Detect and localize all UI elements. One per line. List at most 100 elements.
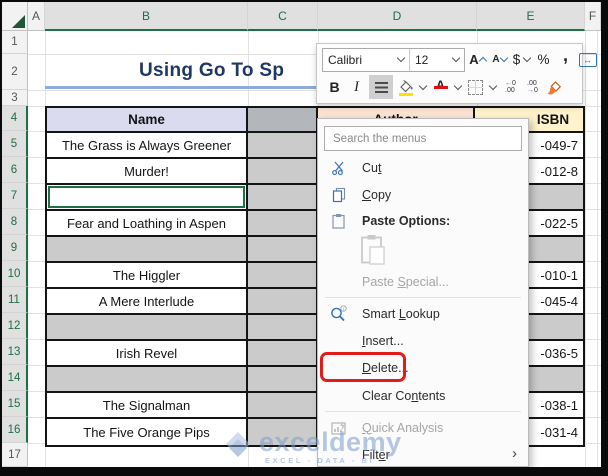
menu-item-delete[interactable]: Delete... (318, 352, 528, 382)
align-center-button[interactable] (369, 75, 393, 100)
percent-style-button[interactable]: % (534, 48, 553, 72)
fill-color-dropdown[interactable] (418, 75, 428, 99)
row-header-1[interactable]: 1 (2, 31, 28, 54)
cell-C10[interactable] (248, 263, 318, 289)
column-header-B[interactable]: B (45, 2, 248, 31)
menu-item-copy[interactable]: Copy (318, 181, 528, 208)
row-header-6[interactable]: 6 (2, 157, 28, 183)
cell-B13[interactable]: Irish Revel (47, 341, 248, 367)
cell-C5[interactable] (248, 133, 318, 159)
cell-C16[interactable] (248, 419, 318, 445)
row-header-7[interactable]: 7 (2, 183, 28, 209)
cell-B4[interactable]: Name (47, 108, 248, 133)
menu-item-clear-contents[interactable]: Clear Contents (318, 382, 528, 409)
menu-item-cut[interactable]: Cut (318, 154, 528, 181)
format-painter-button[interactable] (545, 75, 564, 99)
row-header-8[interactable]: 8 (2, 209, 28, 235)
row-header-9[interactable]: 9 (2, 235, 28, 261)
font-color-dropdown[interactable] (453, 75, 463, 99)
grow-font-button[interactable]: A (468, 48, 487, 72)
select-all-icon (12, 15, 25, 28)
cell-C9[interactable] (248, 237, 318, 263)
cell-C7[interactable] (248, 185, 318, 211)
column-width-button[interactable]: ↔ (578, 48, 597, 72)
cell-B11[interactable]: A Mere Interlude (47, 289, 248, 315)
cell-C13[interactable] (248, 341, 318, 367)
font-size-select[interactable]: 12 (410, 49, 464, 71)
column-header-E[interactable]: E (477, 2, 585, 31)
fill-color-button[interactable] (396, 75, 415, 99)
cell-B14[interactable] (47, 367, 248, 393)
row-header-11[interactable]: 11 (2, 287, 28, 313)
context-menu: Cut Copy Paste Options: P (317, 118, 529, 467)
cell-B8[interactable]: Fear and Loathing in Aspen (47, 211, 248, 237)
cell-B15[interactable]: The Signalman (47, 393, 248, 419)
chevron-down-icon (453, 81, 463, 90)
row-header-4[interactable]: 4 (2, 106, 28, 131)
decrease-decimal-button[interactable]: ←0 .00 (501, 75, 520, 99)
italic-button[interactable]: I (347, 75, 366, 99)
column-header-D[interactable]: D (318, 2, 477, 31)
row-header-2[interactable]: 2 (2, 54, 28, 90)
svg-text:i: i (342, 307, 344, 312)
font-combo-group: Calibri 12 (322, 47, 465, 72)
clipboard-icon (329, 212, 348, 231)
menu-item-smart-lookup[interactable]: i Smart Lookup (318, 300, 528, 327)
gridline (585, 31, 586, 467)
row-header-15[interactable]: 15 (2, 391, 28, 417)
cell-B6[interactable]: Murder! (47, 159, 248, 185)
cell-C4[interactable] (248, 108, 318, 133)
paste-button-disabled[interactable] (318, 234, 528, 268)
borders-dropdown[interactable] (488, 75, 498, 99)
font-name-select[interactable]: Calibri (323, 48, 410, 71)
menu-item-insert[interactable]: Insert... (318, 327, 528, 354)
shrink-font-button[interactable]: A (490, 48, 509, 72)
cell-C11[interactable] (248, 289, 318, 315)
menu-item-label: Cut (362, 160, 382, 175)
cell-B9[interactable] (47, 237, 248, 263)
row-header-17[interactable]: 17 (2, 443, 28, 467)
cell-C8[interactable] (248, 211, 318, 237)
column-header-F[interactable]: F (585, 2, 601, 31)
toolbar-row-2: B I A ←0 .00 .00 →0 (322, 74, 577, 101)
copy-icon (329, 185, 348, 204)
borders-button[interactable] (466, 75, 485, 99)
row-header-13[interactable]: 13 (2, 339, 28, 365)
caret-down-icon (499, 54, 508, 63)
cell-C15[interactable] (248, 393, 318, 419)
menu-search-input[interactable] (325, 132, 521, 145)
cell-B16[interactable]: The Five Orange Pips (47, 419, 248, 445)
accounting-format-button[interactable]: $ (512, 48, 532, 72)
column-header-A[interactable]: A (28, 2, 45, 31)
menu-item-quick-analysis: Quick Analysis (318, 414, 528, 441)
font-size-value: 12 (415, 52, 429, 67)
row-header-3[interactable]: 3 (2, 90, 28, 106)
row-header-16[interactable]: 16 (2, 417, 28, 443)
menu-item-label: Copy (362, 187, 392, 202)
cell-C14[interactable] (248, 367, 318, 393)
cell-B7[interactable] (47, 185, 248, 211)
cell-B12[interactable] (47, 315, 248, 341)
menu-item-filter[interactable]: Filter › (318, 441, 528, 468)
menu-item-paste-special: Paste Special... (318, 268, 528, 295)
cell-B10[interactable]: The Higgler (47, 263, 248, 289)
bold-button[interactable]: B (325, 75, 344, 99)
row-headers: 1 2 3 4 5 6 7 8 9 10 11 12 13 14 15 16 17 (2, 31, 28, 467)
font-color-button[interactable]: A (431, 75, 450, 99)
mini-format-toolbar: Calibri 12 A A $ % , ↔ B I A ←0 .00 .00 … (316, 43, 597, 104)
row-header-5[interactable]: 5 (2, 131, 28, 157)
select-all-corner[interactable] (2, 2, 28, 31)
cell-B5[interactable]: The Grass is Always Greener (47, 133, 248, 159)
cell-C12[interactable] (248, 315, 318, 341)
menu-item-label: Delete... (362, 361, 409, 375)
quick-analysis-icon (329, 418, 348, 437)
row-header-14[interactable]: 14 (2, 365, 28, 391)
increase-decimal-button[interactable]: .00 →0 (523, 75, 542, 99)
comma-style-button[interactable]: , (556, 45, 575, 72)
column-header-C[interactable]: C (248, 2, 318, 31)
cell-C6[interactable] (248, 159, 318, 185)
row-header-10[interactable]: 10 (2, 261, 28, 287)
frame-border (0, 467, 608, 476)
row-header-12[interactable]: 12 (2, 313, 28, 339)
increase-decimal-icon: .00 →0 (527, 80, 538, 95)
